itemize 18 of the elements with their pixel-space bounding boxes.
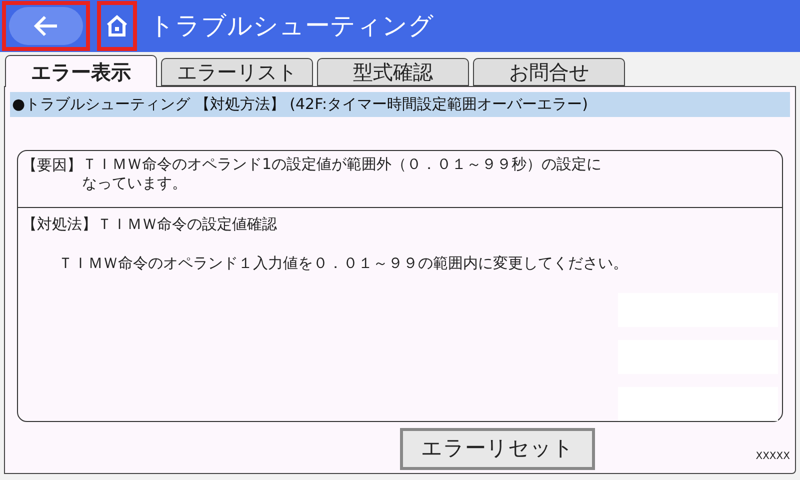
back-arrow-icon (33, 14, 59, 38)
tab[interactable]: エラーリスト (161, 58, 313, 86)
tab[interactable]: エラー表示 (5, 55, 157, 87)
remedy-text: ＴＩＭＷ命令のオペランド１入力値を０．０１～９９の範囲内に変更してください。 (58, 252, 629, 274)
window-title: トラブルシューティング (149, 10, 434, 42)
tab[interactable]: お問合せ (473, 58, 625, 86)
remedy-title: ＴＩＭＷ命令の設定値確認 (97, 214, 277, 235)
code-label: XXXXX (756, 450, 790, 464)
tab[interactable]: 型式確認 (317, 58, 469, 86)
info-bar: ●トラブルシューティング 【対処方法】 (42F:タイマー時間設定範囲オーバーエラー) (10, 92, 790, 117)
cause-label: 【要因】 (22, 155, 82, 176)
home-icon (105, 14, 129, 38)
cause-text: ＴＩＭＷ命令のオペランド1の設定値が範囲外（０．０１～９９秒）の設定に (82, 155, 602, 174)
cause-text: なっています。 (82, 174, 188, 193)
remedy-label: 【対処法】 (22, 214, 97, 235)
back-button[interactable] (2, 1, 90, 51)
error-reset-button[interactable]: エラーリセット (400, 428, 595, 470)
home-button[interactable] (97, 1, 137, 51)
